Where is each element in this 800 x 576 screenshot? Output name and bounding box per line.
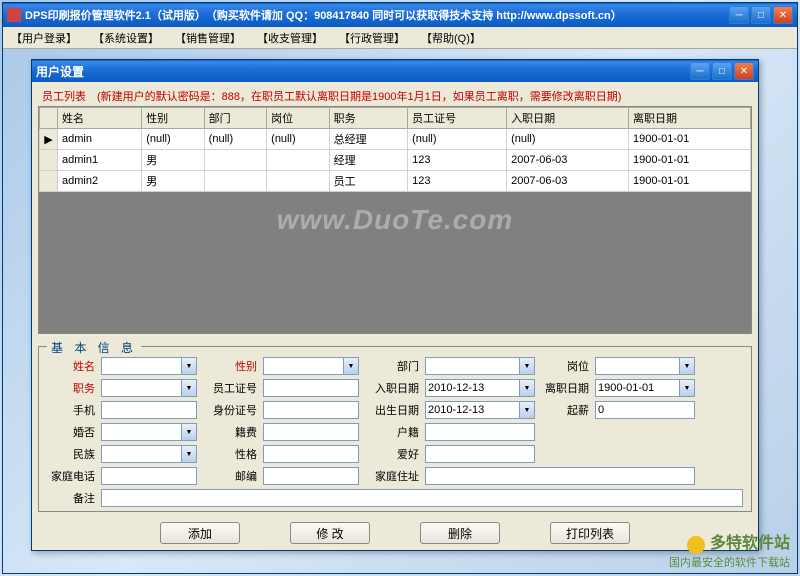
chevron-down-icon[interactable]: ▼ [182, 445, 197, 463]
nation-field[interactable]: ▼ [101, 445, 197, 463]
label-name: 姓名 [47, 358, 95, 374]
label-eid: 员工证号 [203, 380, 257, 396]
minimize-button[interactable]: ─ [729, 6, 749, 24]
hukou-field[interactable] [425, 423, 535, 441]
label-idcard: 身份证号 [203, 402, 257, 418]
label-post: 岗位 [541, 358, 589, 374]
menu-login[interactable]: 【用户登录】 [11, 30, 77, 46]
label-origin: 起薪 [541, 402, 589, 418]
add-button[interactable]: 添加 [160, 522, 240, 544]
inner-title: 用户设置 [36, 63, 690, 80]
mobile-field[interactable] [101, 401, 197, 419]
menu-sales[interactable]: 【销售管理】 [175, 30, 241, 46]
name-field[interactable]: ▼ [101, 357, 197, 375]
workspace: 用户设置 ─ □ ✕ 员工列表 (新建用户的默认密码是：888，在职员工默认离职… [7, 51, 793, 569]
brand-name: 多特软件站 [710, 535, 790, 552]
main-titlebar: DPS印刷报价管理软件2.1（试用版） （购买软件请加 QQ：908417840… [3, 3, 797, 27]
brand-slogan: 国内最安全的软件下载站 [669, 557, 790, 569]
inner-titlebar: 用户设置 ─ □ ✕ [32, 60, 758, 82]
homephone-field[interactable] [101, 467, 197, 485]
chevron-down-icon[interactable]: ▼ [182, 379, 197, 397]
chevron-down-icon[interactable]: ▼ [182, 357, 197, 375]
label-remark: 备注 [47, 490, 95, 506]
maximize-button[interactable]: □ [751, 6, 771, 24]
table-row[interactable]: ▶admin(null)(null)(null)总经理(null)(null)1… [40, 129, 751, 150]
label-character: 性格 [203, 446, 257, 462]
label-duty: 职务 [47, 380, 95, 396]
print-button[interactable]: 打印列表 [550, 522, 630, 544]
watermark: www.DuoTe.com [277, 204, 514, 236]
label-sex: 性别 [203, 358, 257, 374]
label-nativefee: 籍费 [203, 424, 257, 440]
post-field[interactable]: ▼ [595, 357, 695, 375]
table-row[interactable]: admin2男员工1232007-06-031900-01-01 [40, 171, 751, 192]
brand-logo-icon [687, 536, 705, 554]
close-button[interactable]: ✕ [773, 6, 793, 24]
marriage-field[interactable]: ▼ [101, 423, 197, 441]
table-row[interactable]: admin1男经理1232007-06-031900-01-01 [40, 150, 751, 171]
homeaddr-field[interactable] [425, 467, 695, 485]
label-hobby: 爱好 [365, 446, 419, 462]
idcard-field[interactable] [263, 401, 359, 419]
list-hint: 员工列表 (新建用户的默认密码是：888，在职员工默认离职日期是1900年1月1… [38, 88, 752, 104]
chevron-down-icon[interactable]: ▼ [520, 379, 535, 397]
sex-field[interactable]: ▼ [263, 357, 359, 375]
chevron-down-icon[interactable]: ▼ [520, 357, 535, 375]
hobby-field[interactable] [425, 445, 535, 463]
inner-close-button[interactable]: ✕ [734, 62, 754, 80]
menu-help[interactable]: 【帮助(Q)】 [421, 30, 481, 46]
employee-grid[interactable]: 姓名性别部门岗位职务员工证号入职日期离职日期 ▶admin(null)(null… [38, 106, 752, 334]
menu-admin[interactable]: 【行政管理】 [339, 30, 405, 46]
label-homeaddr: 家庭住址 [365, 468, 419, 484]
duty-field[interactable]: ▼ [101, 379, 197, 397]
main-window: DPS印刷报价管理软件2.1（试用版） （购买软件请加 QQ：908417840… [2, 2, 798, 574]
character-field[interactable] [263, 445, 359, 463]
dept-field[interactable]: ▼ [425, 357, 535, 375]
section-title: 基 本 信 息 [47, 339, 141, 356]
user-settings-window: 用户设置 ─ □ ✕ 员工列表 (新建用户的默认密码是：888，在职员工默认离职… [31, 59, 759, 551]
inner-maximize-button[interactable]: □ [712, 62, 732, 80]
nativefee-field[interactable] [263, 423, 359, 441]
origin-field[interactable] [595, 401, 695, 419]
label-marriage: 婚否 [47, 424, 95, 440]
label-hire: 入职日期 [365, 380, 419, 396]
app-icon [7, 8, 21, 22]
label-mobile: 手机 [47, 402, 95, 418]
main-title: DPS印刷报价管理软件2.1（试用版） （购买软件请加 QQ：908417840… [25, 7, 729, 23]
label-hukou: 户籍 [365, 424, 419, 440]
menubar: 【用户登录】 【系统设置】 【销售管理】 【收支管理】 【行政管理】 【帮助(Q… [3, 27, 797, 49]
grid-header-row: 姓名性别部门岗位职务员工证号入职日期离职日期 [40, 108, 751, 129]
inner-minimize-button[interactable]: ─ [690, 62, 710, 80]
edit-button[interactable]: 修 改 [290, 522, 370, 544]
label-nation: 民族 [47, 446, 95, 462]
label-homephone: 家庭电话 [47, 468, 95, 484]
label-leave: 离职日期 [541, 380, 589, 396]
footer-brand: 多特软件站 国内最安全的软件下载站 [669, 529, 790, 570]
chevron-down-icon[interactable]: ▼ [680, 357, 695, 375]
button-row: 添加 修 改 删除 打印列表 [38, 522, 752, 544]
chevron-down-icon[interactable]: ▼ [344, 357, 359, 375]
chevron-down-icon[interactable]: ▼ [680, 379, 695, 397]
basic-info-section: 基 本 信 息 姓名 ▼ 性别 ▼ 部门 ▼ 岗位 ▼ 职务 ▼ 员工证号 [38, 346, 752, 512]
remark-field[interactable] [101, 489, 743, 507]
leave-field[interactable]: ▼ [595, 379, 695, 397]
menu-finance[interactable]: 【收支管理】 [257, 30, 323, 46]
chevron-down-icon[interactable]: ▼ [182, 423, 197, 441]
chevron-down-icon[interactable]: ▼ [520, 401, 535, 419]
hire-field[interactable]: ▼ [425, 379, 535, 397]
label-birth: 出生日期 [365, 402, 419, 418]
birth-field[interactable]: ▼ [425, 401, 535, 419]
menu-system[interactable]: 【系统设置】 [93, 30, 159, 46]
zip-field[interactable] [263, 467, 359, 485]
delete-button[interactable]: 删除 [420, 522, 500, 544]
label-zip: 邮编 [203, 468, 257, 484]
label-dept: 部门 [365, 358, 419, 374]
eid-field[interactable] [263, 379, 359, 397]
